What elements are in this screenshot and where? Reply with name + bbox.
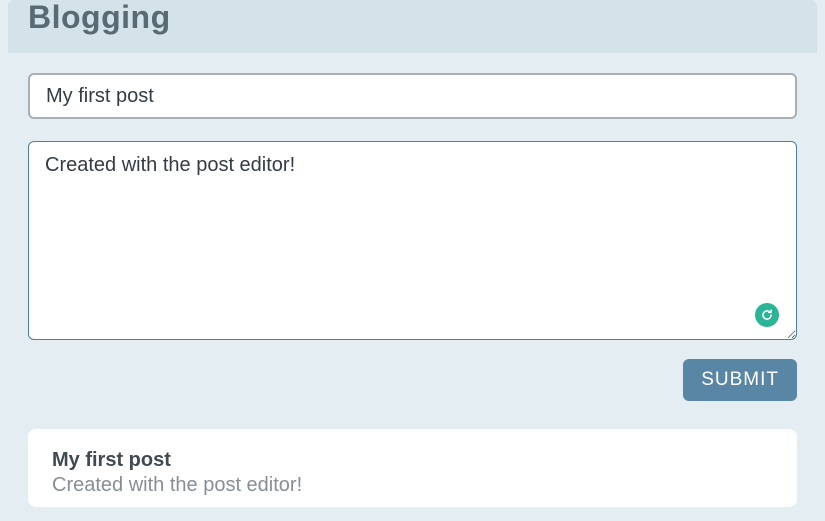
post-title-input[interactable]	[28, 73, 797, 119]
post-card: My first post Created with the post edit…	[28, 429, 797, 507]
submit-row: SUBMIT	[28, 359, 797, 401]
page-header: Blogging	[8, 0, 817, 53]
post-form: SUBMIT My first post Created with the po…	[8, 53, 817, 521]
page-title: Blogging	[28, 0, 797, 35]
submit-button[interactable]: SUBMIT	[683, 359, 797, 401]
page-frame: Blogging SUBMIT My first post Created wi…	[0, 0, 825, 521]
post-body-wrapper	[28, 141, 797, 345]
post-card-title: My first post	[52, 449, 773, 472]
post-card-body: Created with the post editor!	[52, 474, 773, 497]
post-body-textarea[interactable]	[28, 141, 797, 340]
